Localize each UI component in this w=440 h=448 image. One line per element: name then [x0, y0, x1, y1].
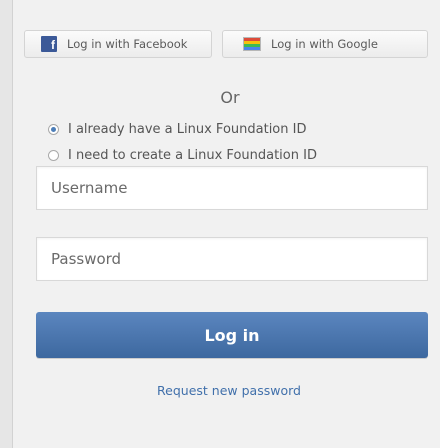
radio-existing-id[interactable]: I already have a Linux Foundation ID [48, 122, 306, 137]
radio-checked-icon[interactable] [48, 124, 59, 135]
left-rail [0, 0, 13, 448]
or-divider: Or [220, 88, 240, 107]
radio-existing-id-label: I already have a Linux Foundation ID [68, 122, 307, 137]
facebook-login-label: Log in with Facebook [67, 37, 188, 51]
password-placeholder: Password [51, 250, 122, 268]
password-field[interactable]: Password [36, 237, 428, 281]
google-icon [243, 37, 261, 51]
google-login-label: Log in with Google [271, 37, 378, 51]
facebook-login-button[interactable]: f Log in with Facebook [24, 30, 212, 58]
username-placeholder: Username [51, 179, 128, 197]
request-password-link[interactable]: Request new password [157, 383, 301, 398]
radio-create-id-label: I need to create a Linux Foundation ID [68, 148, 317, 163]
radio-unchecked-icon[interactable] [48, 150, 59, 161]
facebook-icon: f [41, 36, 57, 52]
google-login-button[interactable]: Log in with Google [222, 30, 428, 58]
radio-create-id[interactable]: I need to create a Linux Foundation ID [48, 148, 317, 163]
username-field[interactable]: Username [36, 166, 428, 210]
login-button[interactable]: Log in [36, 312, 428, 358]
